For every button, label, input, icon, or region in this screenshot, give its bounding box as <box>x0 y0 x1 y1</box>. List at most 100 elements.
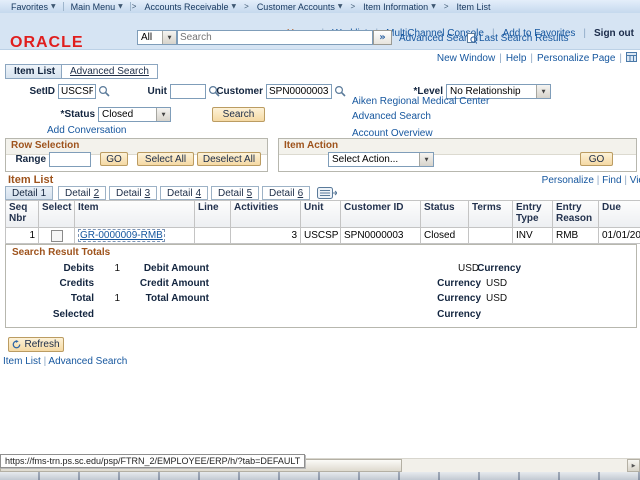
tab-detail-5[interactable]: Detail5 <box>211 186 259 200</box>
column-header: Unit <box>301 201 341 228</box>
chevron-down-icon: ▼ <box>431 3 436 10</box>
breadcrumb-main-menu[interactable]: Main Menu ▼ <box>64 2 130 12</box>
status-select[interactable]: Closed ▼ <box>98 107 171 122</box>
footer-advanced-search-link[interactable]: Advanced Search <box>48 356 127 367</box>
sign-out-link[interactable]: Sign out <box>594 28 634 39</box>
detail-tab-number: 2 <box>94 188 100 199</box>
cell-unit: USCSP <box>301 228 341 244</box>
refresh-button[interactable]: Refresh <box>8 337 64 352</box>
tab-detail-3[interactable]: Detail3 <box>109 186 157 200</box>
column-header: Line <box>195 201 231 228</box>
breadcrumb-separator-icon: > <box>244 2 249 11</box>
totals-currency-label: Currency <box>404 293 481 304</box>
chevron-down-icon: ▼ <box>156 108 170 121</box>
chevron-down-icon: ▼ <box>419 153 433 166</box>
cell-due: 01/01/2014 <box>599 228 640 244</box>
refresh-label: Refresh <box>24 339 59 350</box>
range-input[interactable] <box>49 152 91 167</box>
breadcrumb-item-customer-accounts[interactable]: Customer Accounts ▼ <box>250 2 350 12</box>
link-separator: | <box>530 53 533 64</box>
item-link[interactable]: GR-0000009-RMB <box>78 229 165 242</box>
column-header: Entry Reason <box>553 201 599 228</box>
column-header: Status <box>421 201 469 228</box>
help-link[interactable]: Help <box>506 53 527 64</box>
breadcrumb-item-accounts-receivable[interactable]: Accounts Receivable ▼ <box>137 2 243 12</box>
search-input[interactable] <box>177 30 373 45</box>
peoplesoft-item-list-page: Favorites ▼ Main Menu ▼ > Accounts Recei… <box>0 0 640 480</box>
customer-lookup-icon[interactable] <box>334 85 347 98</box>
tab-item-list[interactable]: Item List <box>5 64 64 79</box>
breadcrumb-item-label: Item Information <box>363 2 428 12</box>
setid-input[interactable] <box>58 84 96 99</box>
setid-label: SetID <box>0 86 55 97</box>
breadcrumb: Favorites ▼ Main Menu ▼ > Accounts Recei… <box>0 0 640 14</box>
cell-item: GR-0000009-RMB <box>75 228 195 244</box>
totals-currency-value: USD <box>486 293 511 304</box>
copy-url-icon[interactable] <box>626 52 637 65</box>
tab-advanced-search[interactable]: Advanced Search <box>61 64 158 79</box>
tab-detail-2[interactable]: Detail2 <box>58 186 106 200</box>
chevron-down-icon: ▼ <box>338 3 343 10</box>
detail-tab-label: Detail <box>65 188 91 199</box>
chevron-down-icon: ▼ <box>162 31 176 44</box>
search-go-button[interactable]: » <box>373 30 392 45</box>
unit-label: Unit <box>120 86 167 97</box>
totals-credit-amount-label: Credit Amount <box>121 278 209 289</box>
item-action-select[interactable]: Select Action... ▼ <box>328 152 434 167</box>
cell-customer-id: SPN0000003 <box>341 228 421 244</box>
add-conversation-link[interactable]: Add Conversation <box>47 125 127 136</box>
detail-tab-label: Detail <box>218 188 244 199</box>
select-all-button[interactable]: Select All <box>137 152 194 166</box>
cell-entry-reason: RMB <box>553 228 599 244</box>
view-all-link[interactable]: Vie <box>630 175 640 186</box>
row-select-checkbox[interactable] <box>51 230 63 242</box>
tab-item-list-label: Item List <box>14 66 55 77</box>
chevron-down-icon: ▼ <box>51 3 56 10</box>
tab-detail-6[interactable]: Detail6 <box>262 186 310 200</box>
totals-debits-label: Debits <box>6 263 94 274</box>
breadcrumb-item-item-information[interactable]: Item Information ▼ <box>356 2 443 12</box>
detail-tab-number: 1 <box>41 188 47 199</box>
detail-tab-number: 6 <box>298 188 304 199</box>
item-action-go-button[interactable]: GO <box>580 152 613 166</box>
cell-activities: 3 <box>231 228 301 244</box>
last-search-results-icon <box>467 33 477 47</box>
range-go-button[interactable]: GO <box>100 152 128 166</box>
totals-credits-label: Credits <box>6 278 94 289</box>
cell-terms <box>469 228 513 244</box>
link-separator: | <box>44 356 47 367</box>
column-header: Terms <box>469 201 513 228</box>
detail-tab-number: 3 <box>145 188 151 199</box>
totals-currency-label: Currency <box>404 278 481 289</box>
header-band: ORACLE Home | Worklist | MultiChannel Co… <box>0 13 640 50</box>
chevron-down-icon: ▼ <box>536 85 550 98</box>
column-header: Item <box>75 201 195 228</box>
status-label: *Status <box>30 109 95 120</box>
scrollbar-right-arrow[interactable]: ▶ <box>627 459 640 472</box>
search-scope-select[interactable]: All ▼ <box>137 30 177 45</box>
breadcrumb-item-label: Customer Accounts <box>257 2 335 12</box>
item-action-value: Select Action... <box>329 153 419 166</box>
last-search-results-link[interactable]: Last Search Results <box>479 33 569 44</box>
customer-name-link[interactable]: Aiken Regional Medical Center <box>352 96 489 107</box>
footer-item-list-link[interactable]: Item List <box>3 356 41 367</box>
detail-tab-label: Detail <box>269 188 295 199</box>
personalize-link[interactable]: Personalize <box>542 175 594 186</box>
double-arrow-icon: » <box>379 32 385 43</box>
deselect-all-button[interactable]: Deselect All <box>197 152 261 166</box>
breadcrumb-current: Item List <box>449 2 497 12</box>
cell-status: Closed <box>421 228 469 244</box>
setid-lookup-icon[interactable] <box>98 85 111 98</box>
link-separator: | <box>619 53 622 64</box>
customer-input[interactable] <box>266 84 332 99</box>
breadcrumb-favorites[interactable]: Favorites ▼ <box>4 2 63 12</box>
new-window-link[interactable]: New Window <box>437 53 495 64</box>
status-url-tooltip: https://fms-trn.ps.sc.edu/psp/FTRN_2/EMP… <box>0 454 305 468</box>
search-button[interactable]: Search <box>212 107 265 122</box>
find-link[interactable]: Find <box>602 175 621 186</box>
tab-detail-4[interactable]: Detail4 <box>160 186 208 200</box>
form-advanced-search-link[interactable]: Advanced Search <box>352 111 431 122</box>
tab-detail-1[interactable]: Detail1 <box>5 186 53 200</box>
personalize-page-link[interactable]: Personalize Page <box>537 53 615 64</box>
totals-debit-amount-label: Debit Amount <box>121 263 209 274</box>
